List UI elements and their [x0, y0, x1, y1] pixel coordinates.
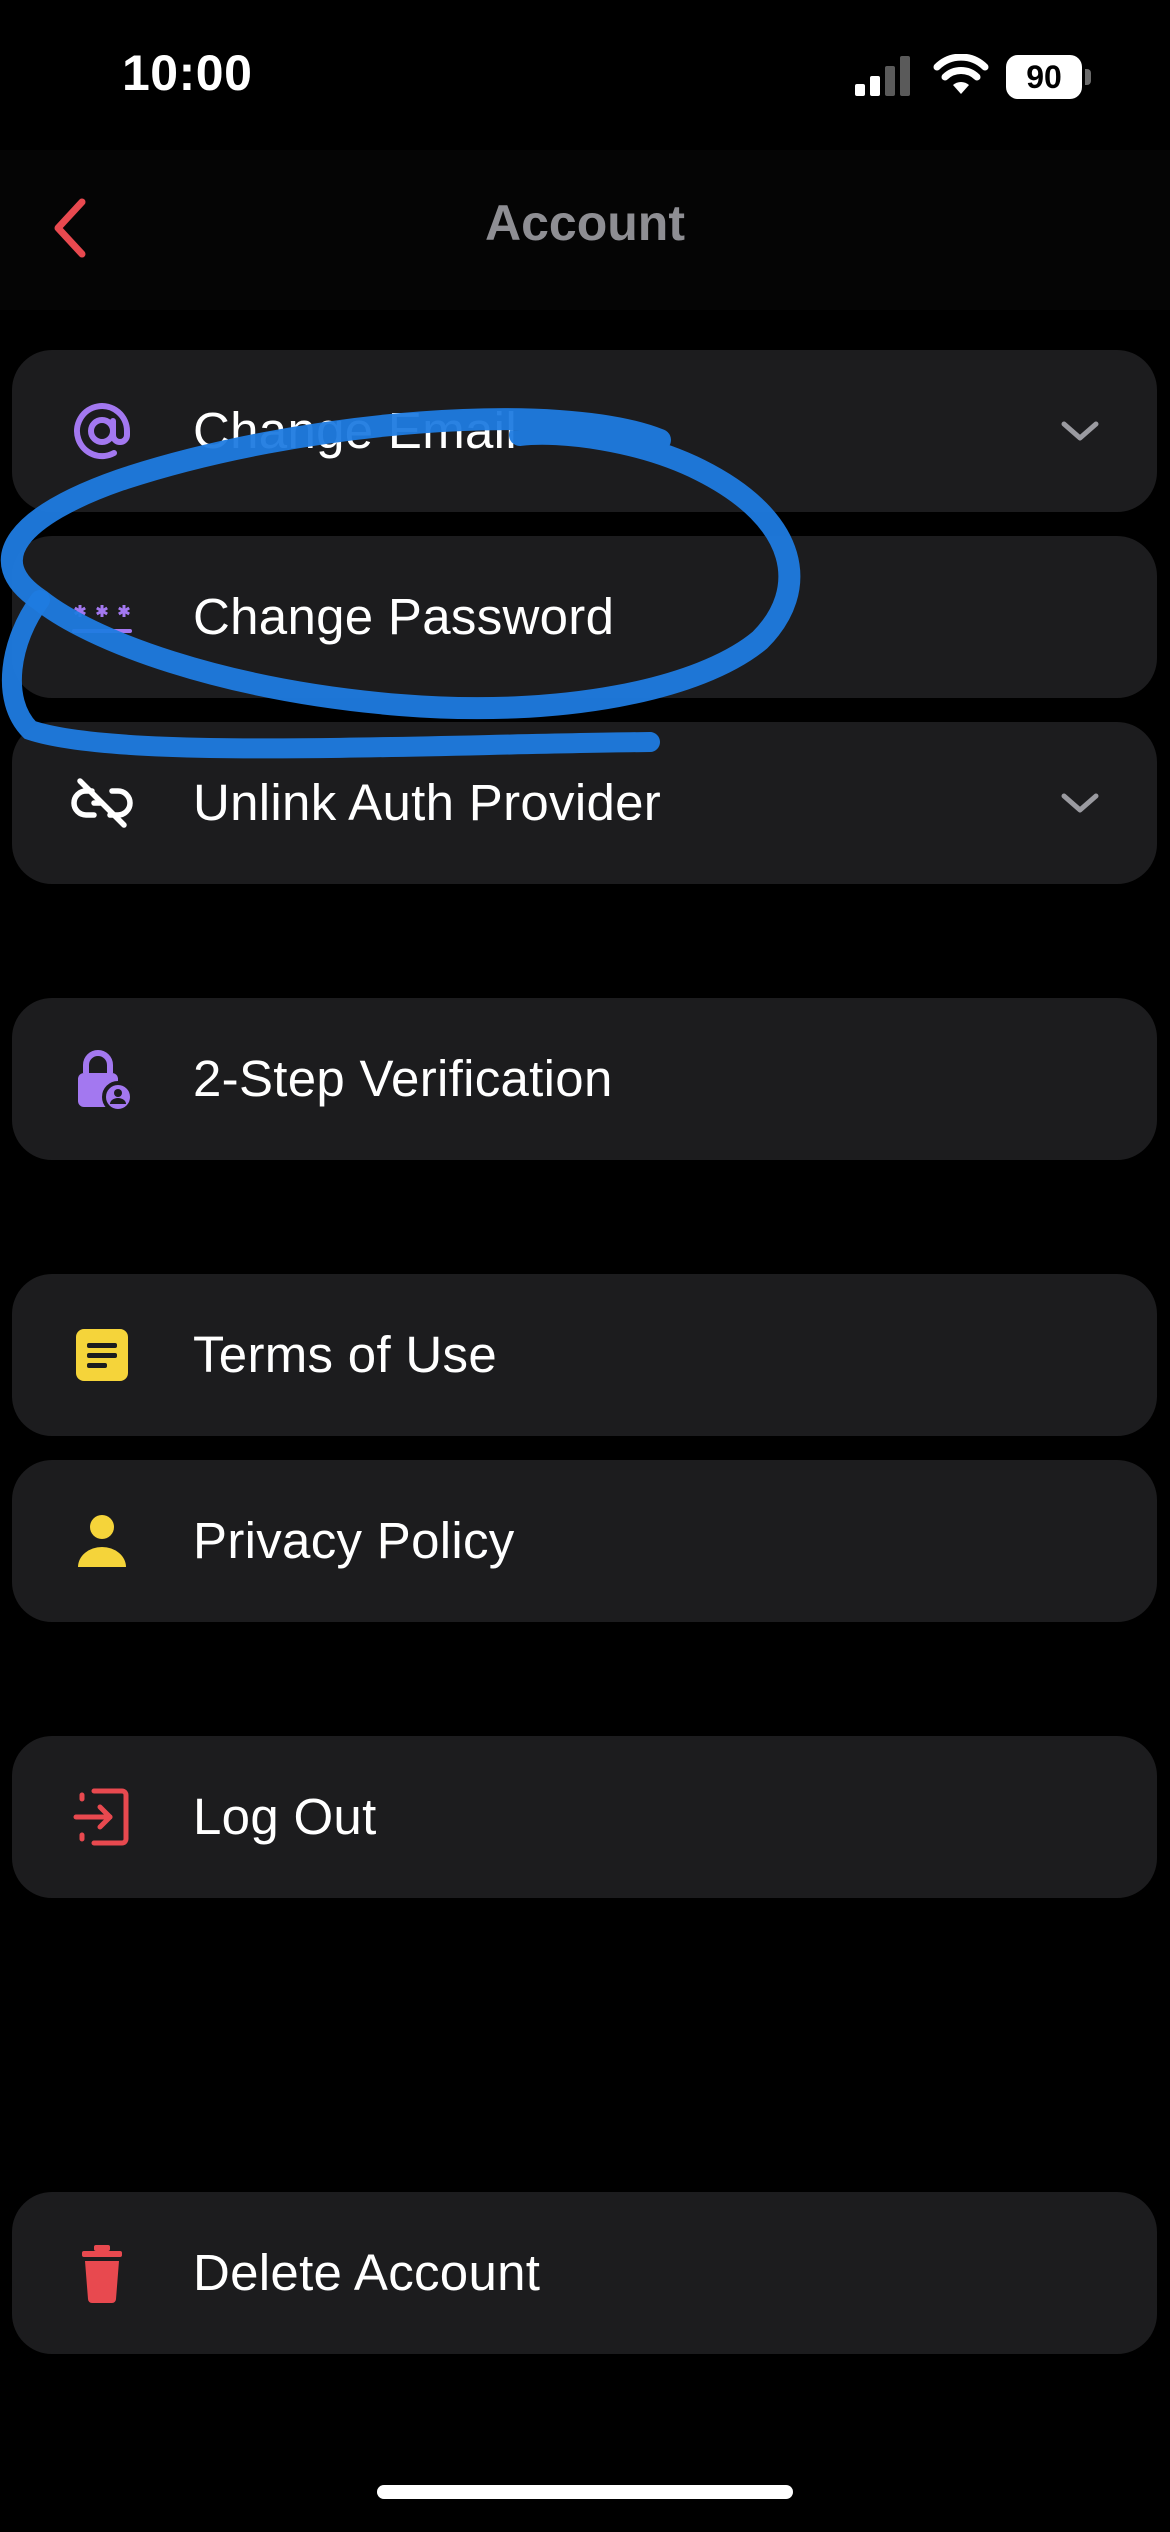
privacy-policy-row[interactable]: Privacy Policy — [12, 1460, 1157, 1622]
wifi-icon — [933, 54, 989, 94]
terms-of-use-label: Terms of Use — [193, 1326, 497, 1383]
navigation-bar: Account — [0, 150, 1170, 310]
status-bar: 10:00 90 — [0, 0, 1170, 150]
page-title: Account — [485, 195, 685, 251]
lock-user-icon — [70, 1047, 134, 1111]
password-icon — [70, 585, 134, 649]
unlink-auth-provider-label: Unlink Auth Provider — [193, 774, 662, 831]
document-icon — [70, 1323, 134, 1387]
change-email-row[interactable]: Change Email — [12, 350, 1157, 512]
unlink-icon — [70, 771, 134, 835]
status-time: 10:00 — [122, 45, 253, 101]
delete-account-row[interactable]: Delete Account — [12, 2192, 1157, 2354]
chevron-down-icon — [1061, 421, 1099, 441]
log-out-label: Log Out — [193, 1788, 377, 1845]
battery-icon: 90 — [1006, 55, 1091, 99]
change-email-label: Change Email — [193, 402, 517, 459]
chevron-down-icon — [1061, 793, 1099, 813]
two-step-verification-row[interactable]: 2-Step Verification — [12, 998, 1157, 1160]
cellular-signal-icon — [855, 56, 910, 96]
change-password-row[interactable]: Change Password — [12, 536, 1157, 698]
home-indicator — [377, 2485, 793, 2499]
unlink-auth-provider-row[interactable]: Unlink Auth Provider — [12, 722, 1157, 884]
privacy-policy-label: Privacy Policy — [193, 1512, 515, 1569]
logout-icon — [70, 1785, 134, 1849]
person-icon — [70, 1509, 134, 1573]
at-sign-icon — [70, 399, 134, 463]
log-out-row[interactable]: Log Out — [12, 1736, 1157, 1898]
two-step-verification-label: 2-Step Verification — [193, 1050, 613, 1107]
trash-icon — [70, 2241, 134, 2305]
battery-level: 90 — [1026, 59, 1062, 95]
terms-of-use-row[interactable]: Terms of Use — [12, 1274, 1157, 1436]
delete-account-label: Delete Account — [193, 2244, 541, 2301]
change-password-label: Change Password — [193, 588, 615, 645]
